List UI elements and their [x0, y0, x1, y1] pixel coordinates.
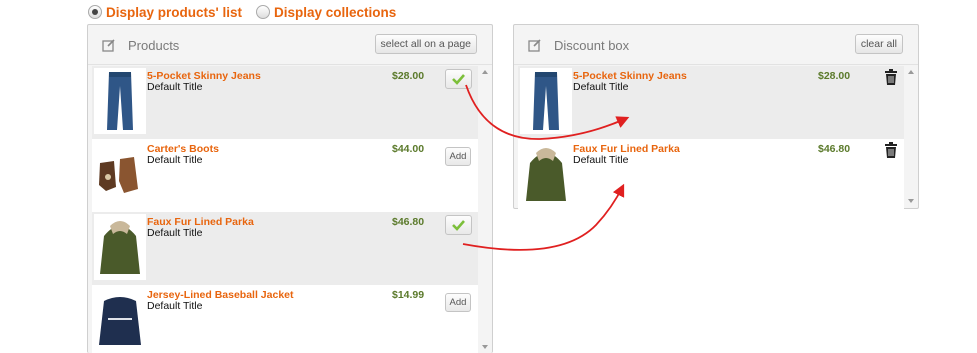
- product-price: $46.80: [818, 143, 851, 155]
- jeans-image: [94, 68, 146, 134]
- product-price: $28.00: [818, 70, 851, 82]
- add-button[interactable]: Add: [445, 293, 471, 312]
- products-panel: Products select all on a page 5-Pocket S…: [87, 24, 493, 353]
- parka-image: [94, 214, 146, 280]
- boots-image: [94, 141, 146, 207]
- discount-row: Faux Fur Lined Parka Default Title $46.8…: [518, 139, 904, 212]
- products-scrollbar[interactable]: [479, 66, 491, 353]
- discount-list: 5-Pocket Skinny Jeans Default Title $28.…: [518, 66, 904, 212]
- product-variant: Default Title: [147, 154, 203, 166]
- edit-icon: [528, 39, 541, 52]
- product-row: 5-Pocket Skinny Jeans Default Title $28.…: [92, 66, 478, 139]
- display-mode-options: Display products' list Display collectio…: [88, 3, 410, 21]
- product-price: $28.00: [392, 70, 425, 82]
- select-all-button[interactable]: select all on a page: [374, 34, 477, 54]
- jeans-image: [520, 68, 572, 134]
- discount-row: 5-Pocket Skinny Jeans Default Title $28.…: [518, 66, 904, 139]
- edit-icon: [102, 39, 115, 52]
- display-collections-label[interactable]: Display collections: [274, 5, 396, 20]
- added-check-button[interactable]: [445, 215, 472, 235]
- products-list: 5-Pocket Skinny Jeans Default Title $28.…: [92, 66, 478, 353]
- jacket-image: [94, 287, 146, 353]
- check-icon: [452, 74, 465, 85]
- discount-panel-header: Discount box clear all: [514, 25, 918, 65]
- scroll-down-icon[interactable]: [908, 199, 914, 203]
- product-variant: Default Title: [147, 300, 203, 312]
- display-products-option[interactable]: Display products' list: [88, 5, 242, 20]
- product-price: $14.99: [392, 289, 425, 301]
- display-collections-radio[interactable]: [256, 5, 270, 19]
- discount-scrollbar[interactable]: [905, 66, 917, 207]
- discount-panel: Discount box clear all 5-Pocket Skinny J…: [513, 24, 919, 212]
- product-variant: Default Title: [147, 227, 203, 239]
- product-variant: Default Title: [573, 81, 629, 93]
- product-row: Faux Fur Lined Parka Default Title $46.8…: [92, 212, 478, 285]
- products-panel-header: Products select all on a page: [88, 25, 492, 65]
- add-button[interactable]: Add: [445, 147, 471, 166]
- parka-image: [520, 141, 572, 207]
- clear-all-button[interactable]: clear all: [854, 34, 903, 54]
- display-collections-option[interactable]: Display collections: [256, 5, 396, 20]
- product-variant: Default Title: [573, 154, 629, 166]
- trash-icon[interactable]: [884, 69, 898, 85]
- display-products-label[interactable]: Display products' list: [106, 5, 242, 20]
- product-row: Carter's Boots Default Title $44.00 Add: [92, 139, 478, 212]
- product-price: $46.80: [392, 216, 425, 228]
- products-panel-title: Products: [128, 38, 180, 53]
- product-price: $44.00: [392, 143, 425, 155]
- check-icon: [452, 220, 465, 231]
- added-check-button[interactable]: [445, 69, 472, 89]
- scroll-up-icon[interactable]: [482, 70, 488, 74]
- product-variant: Default Title: [147, 81, 203, 93]
- trash-icon[interactable]: [884, 142, 898, 158]
- display-products-radio[interactable]: [88, 5, 102, 19]
- product-row: Jersey-Lined Baseball Jacket Default Tit…: [92, 285, 478, 353]
- scroll-down-icon[interactable]: [482, 345, 488, 349]
- scroll-up-icon[interactable]: [908, 70, 914, 74]
- discount-panel-title: Discount box: [554, 38, 630, 53]
